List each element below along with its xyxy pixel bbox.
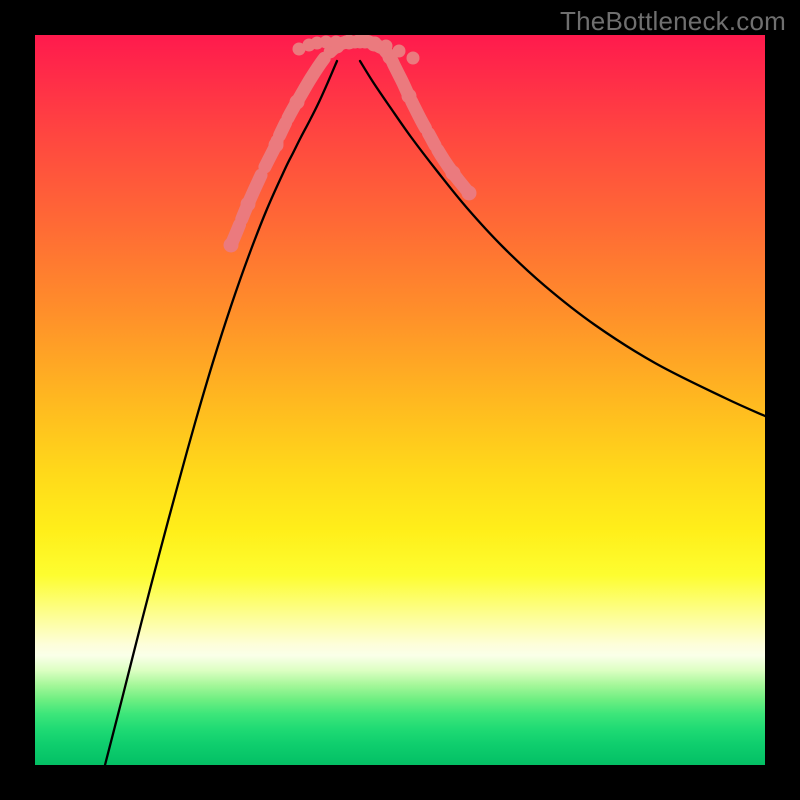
plot-area [35,35,765,765]
marker-dot [224,238,239,253]
marker-dot [241,197,256,212]
curve-overlay [35,35,765,765]
chart-frame: TheBottleneck.com [0,0,800,800]
floor-marker [407,52,420,65]
floor-marker [369,37,382,50]
marker-dot [269,138,284,153]
marker-dot [462,186,477,201]
left-curve [105,61,337,765]
marker-dot [402,89,417,104]
marker-dot [290,95,305,110]
watermark-text: TheBottleneck.com [560,6,786,37]
floor-marker [393,45,406,58]
marker-dot [446,166,461,181]
floor-marker [380,40,393,53]
